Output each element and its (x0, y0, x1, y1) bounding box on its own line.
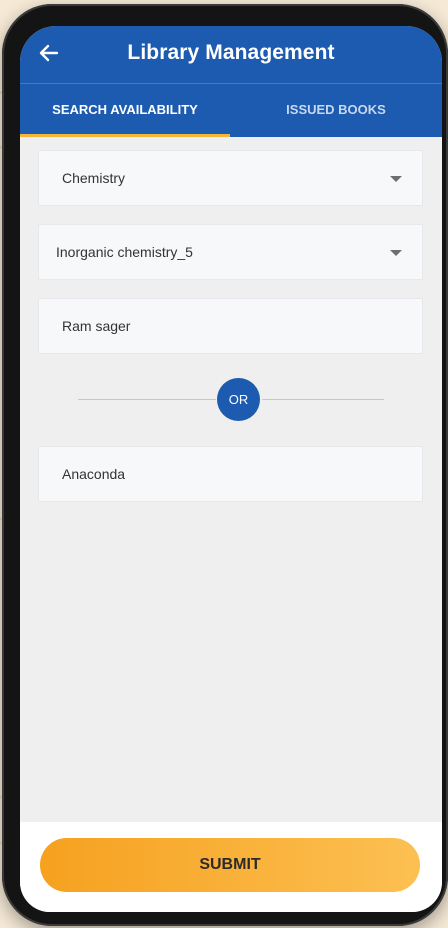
book-title-input-value: Anaconda (62, 466, 126, 482)
or-separator: OR (78, 378, 384, 422)
separator-line-left (78, 399, 216, 400)
subject-dropdown-value: Chemistry (62, 170, 126, 186)
tab-search-availability[interactable]: SEARCH AVAILABILITY (20, 84, 230, 137)
book-title-input[interactable]: Anaconda (38, 446, 423, 502)
caret-down-icon (390, 250, 402, 256)
submit-button[interactable]: SUBMIT (40, 838, 420, 892)
page-title: Library Management (127, 41, 335, 64)
active-tab-indicator (20, 134, 230, 137)
caret-down-icon (390, 176, 402, 182)
book-dropdown[interactable]: Inorganic chemistry_5 (38, 224, 423, 280)
or-badge: OR (217, 378, 260, 421)
author-input-value: Ram sager (62, 318, 131, 334)
tab-issued-books[interactable]: ISSUED BOOKS (230, 84, 442, 137)
subject-dropdown[interactable]: Chemistry (38, 150, 423, 206)
app-bar: Library Management (20, 26, 442, 83)
app-screen: Library Management SEARCH AVAILABILITY I… (20, 26, 442, 912)
bottom-action-bar: SUBMIT (20, 822, 442, 912)
phone-frame: Library Management SEARCH AVAILABILITY I… (2, 4, 448, 926)
author-input[interactable]: Ram sager (38, 298, 423, 354)
tab-bar: SEARCH AVAILABILITY ISSUED BOOKS (20, 83, 442, 137)
separator-line-right (262, 399, 384, 400)
book-dropdown-value: Inorganic chemistry_5 (56, 244, 193, 260)
